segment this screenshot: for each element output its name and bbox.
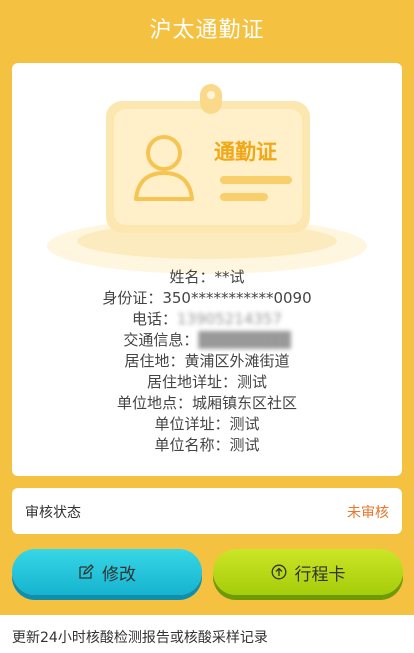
pass-card: 通勤证 姓名：**试 身份证：350***********0090 电话：139… — [12, 63, 402, 476]
upload-circle-icon — [271, 564, 286, 580]
page-title: 沪太通勤证 — [149, 18, 265, 43]
field-work-detail: 单位详址：测试 — [154, 415, 260, 433]
field-traffic: 交通信息：████████ — [123, 331, 291, 349]
edit-button-label: 修改 — [102, 564, 136, 585]
field-id-card: 身份证：350***********0090 — [102, 289, 312, 307]
edit-button[interactable]: 修改 — [12, 549, 202, 595]
trip-card-button-label: 行程卡 — [294, 564, 346, 585]
pass-badge-text: 通勤证 — [214, 140, 277, 164]
review-status-label: 审核状态 — [25, 505, 81, 521]
field-residence: 居住地：黄浦区外滩街道 — [124, 352, 290, 370]
field-residence-detail: 居住地详址：测试 — [146, 373, 268, 391]
pass-info: 姓名：**试 身份证：350***********0090 电话：1390521… — [12, 267, 402, 456]
update-report-link[interactable]: 更新24小时核酸检测报告或核酸采样记录 — [0, 615, 414, 653]
pass-illustration: 通勤证 — [47, 84, 367, 274]
phone-masked: 13905214357 — [177, 310, 282, 328]
field-work-location: 单位地点：城厢镇东区社区 — [116, 394, 298, 412]
update-report-text: 更新24小时核酸检测报告或核酸采样记录 — [12, 630, 268, 646]
review-status-bar: 审核状态 未审核 — [12, 488, 402, 534]
field-work-name: 单位名称：测试 — [154, 436, 260, 454]
review-status-value: 未审核 — [347, 505, 389, 521]
trip-card-button[interactable]: 行程卡 — [213, 549, 403, 595]
field-name: 姓名：**试 — [169, 268, 245, 286]
traffic-masked: ████████ — [198, 331, 291, 349]
edit-icon — [79, 564, 94, 579]
field-phone: 电话：13905214357 — [132, 310, 282, 328]
